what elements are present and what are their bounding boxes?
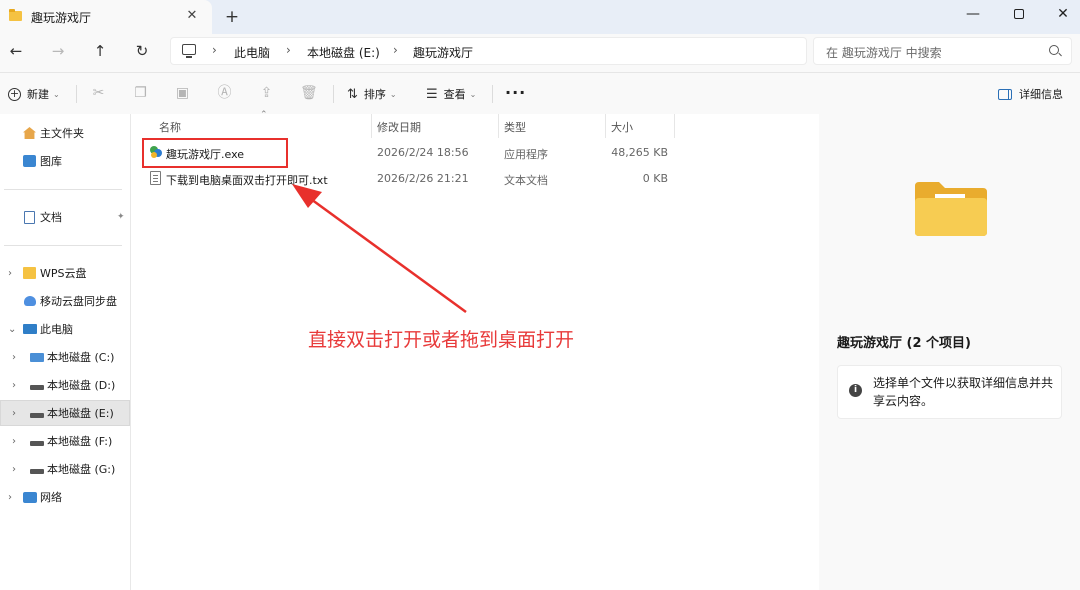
info-icon: i [849, 384, 862, 397]
folder-preview-icon [915, 182, 987, 236]
info-card: i 选择单个文件以获取详细信息并共享云内容。 [837, 365, 1062, 419]
arrow-shaft [303, 192, 467, 314]
info-text: 选择单个文件以获取详细信息并共享云内容。 [873, 376, 1054, 408]
details-pane: 趣玩游戏厅 (2 个项目) i 选择单个文件以获取详细信息并共享云内容。 [819, 114, 1080, 590]
preview-area [819, 114, 1080, 306]
annotation-text: 直接双击打开或者拖到桌面打开 [308, 329, 575, 351]
details-title: 趣玩游戏厅 (2 个项目) [837, 336, 971, 351]
